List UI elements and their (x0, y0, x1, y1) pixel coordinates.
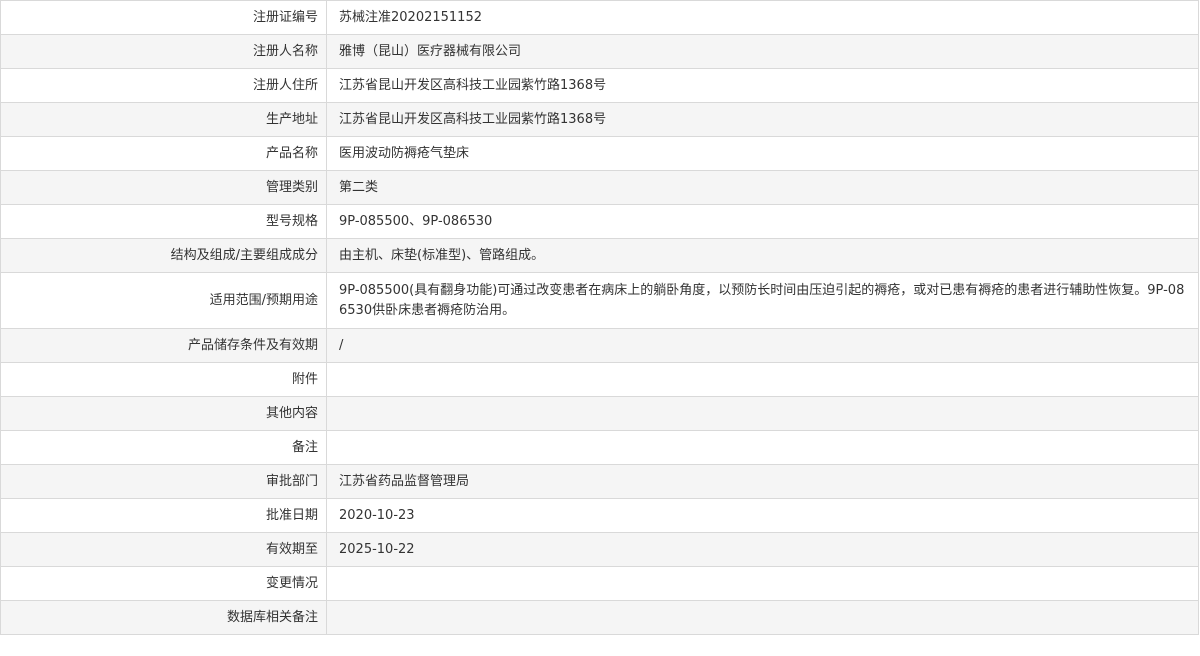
field-value: 由主机、床垫(标准型)、管路组成。 (326, 238, 1199, 273)
field-value: 2020-10-23 (326, 498, 1199, 533)
row-remarks: 备注 (0, 430, 1199, 465)
row-production-address: 生产地址 江苏省昆山开发区高科技工业园紫竹路1368号 (0, 102, 1199, 137)
row-approval-department: 审批部门 江苏省药品监督管理局 (0, 464, 1199, 499)
field-label: 结构及组成/主要组成成分 (0, 238, 327, 273)
field-label: 注册人住所 (0, 68, 327, 103)
field-label: 注册人名称 (0, 34, 327, 69)
field-label: 变更情况 (0, 566, 327, 601)
field-value: 苏械注准20202151152 (326, 0, 1199, 35)
field-value: 江苏省昆山开发区高科技工业园紫竹路1368号 (326, 102, 1199, 137)
field-value (326, 430, 1199, 465)
row-product-name: 产品名称 医用波动防褥疮气垫床 (0, 136, 1199, 171)
field-value: 江苏省昆山开发区高科技工业园紫竹路1368号 (326, 68, 1199, 103)
row-attachments: 附件 (0, 362, 1199, 397)
row-other-content: 其他内容 (0, 396, 1199, 431)
field-value (326, 362, 1199, 397)
field-value: 9P-085500(具有翻身功能)可通过改变患者在病床上的躺卧角度，以预防长时间… (326, 272, 1199, 329)
field-label: 产品储存条件及有效期 (0, 328, 327, 363)
field-label: 备注 (0, 430, 327, 465)
field-label: 注册证编号 (0, 0, 327, 35)
field-value (326, 600, 1199, 635)
field-value (326, 566, 1199, 601)
field-label: 适用范围/预期用途 (0, 272, 327, 329)
field-value: 医用波动防褥疮气垫床 (326, 136, 1199, 171)
row-storage-validity: 产品储存条件及有效期 / (0, 328, 1199, 363)
field-label: 附件 (0, 362, 327, 397)
field-label: 有效期至 (0, 532, 327, 567)
field-value: 2025-10-22 (326, 532, 1199, 567)
field-label: 数据库相关备注 (0, 600, 327, 635)
row-registrant-name: 注册人名称 雅博（昆山）医疗器械有限公司 (0, 34, 1199, 69)
row-change-history: 变更情况 (0, 566, 1199, 601)
row-database-notes: 数据库相关备注 (0, 600, 1199, 635)
field-label: 产品名称 (0, 136, 327, 171)
row-valid-until: 有效期至 2025-10-22 (0, 532, 1199, 567)
field-value: / (326, 328, 1199, 363)
field-label: 生产地址 (0, 102, 327, 137)
field-value: 雅博（昆山）医疗器械有限公司 (326, 34, 1199, 69)
row-registrant-address: 注册人住所 江苏省昆山开发区高科技工业园紫竹路1368号 (0, 68, 1199, 103)
row-registration-number: 注册证编号 苏械注准20202151152 (0, 0, 1199, 35)
row-intended-use: 适用范围/预期用途 9P-085500(具有翻身功能)可通过改变患者在病床上的躺… (0, 272, 1199, 329)
field-value: 江苏省药品监督管理局 (326, 464, 1199, 499)
field-value (326, 396, 1199, 431)
field-value: 9P-085500、9P-086530 (326, 204, 1199, 239)
field-label: 审批部门 (0, 464, 327, 499)
row-model-spec: 型号规格 9P-085500、9P-086530 (0, 204, 1199, 239)
registration-detail-table: 注册证编号 苏械注准20202151152 注册人名称 雅博（昆山）医疗器械有限… (0, 0, 1199, 635)
field-value: 第二类 (326, 170, 1199, 205)
field-label: 管理类别 (0, 170, 327, 205)
field-label: 批准日期 (0, 498, 327, 533)
row-structure-composition: 结构及组成/主要组成成分 由主机、床垫(标准型)、管路组成。 (0, 238, 1199, 273)
field-label: 其他内容 (0, 396, 327, 431)
row-management-category: 管理类别 第二类 (0, 170, 1199, 205)
field-label: 型号规格 (0, 204, 327, 239)
row-approval-date: 批准日期 2020-10-23 (0, 498, 1199, 533)
